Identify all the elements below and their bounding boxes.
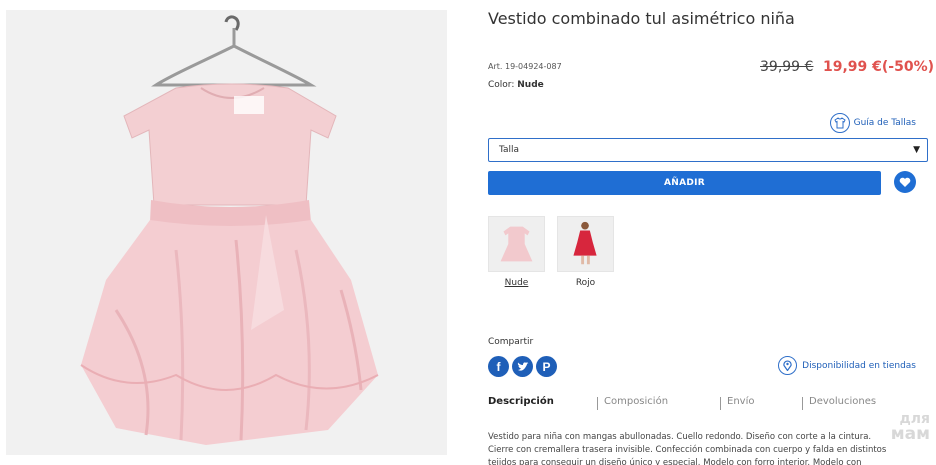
tab-divider	[802, 397, 803, 410]
tab-composicion[interactable]: Composición	[604, 396, 668, 407]
description-line: Cierre con cremallera trasera invisible.…	[488, 445, 887, 455]
variant-nude-thumbnail	[488, 216, 545, 272]
dropdown-arrow-icon: ▼	[913, 145, 920, 155]
variant-label: Rojo	[575, 278, 596, 288]
description-line: Vestido para niña con mangas abullonadas…	[488, 432, 872, 442]
tab-divider	[597, 397, 598, 410]
product-title: Vestido combinado tul asimétrico niña	[488, 9, 795, 28]
variant-rojo-thumbnail	[557, 216, 614, 272]
description-line: tejidos para conseguir un diseño único y…	[488, 458, 862, 465]
color-info: Color: Nude	[488, 80, 544, 90]
color-label: Color:	[488, 80, 515, 90]
availability-label: Disponibilidad en tiendas	[802, 360, 916, 371]
pinterest-icon[interactable]: P	[536, 356, 557, 377]
tab-devoluciones[interactable]: Devoluciones	[809, 396, 876, 407]
tshirt-icon	[829, 113, 850, 133]
store-availability-link[interactable]: Disponibilidad en tiendas	[778, 356, 916, 375]
product-tabs: Descripción Composición Envío Devolucion…	[488, 396, 928, 414]
size-select[interactable]: Talla ▼	[488, 138, 928, 162]
heart-icon	[899, 177, 911, 187]
product-info: Vestido combinado tul asimétrico niña Ar…	[488, 0, 934, 465]
share-label: Compartir	[488, 337, 534, 347]
tab-divider	[720, 397, 721, 410]
tab-descripcion[interactable]: Descripción	[488, 396, 554, 407]
watermark-line: мам	[890, 424, 930, 444]
twitter-icon[interactable]	[512, 356, 533, 377]
size-guide-link[interactable]: Guía de Tallas	[829, 113, 916, 133]
price-original: 39,99 €	[760, 59, 814, 75]
watermark: для мам	[890, 412, 930, 444]
size-select-value: Talla	[499, 145, 520, 155]
favorite-button[interactable]	[894, 171, 916, 193]
product-description: Vestido para niña con mangas abullonadas…	[488, 431, 928, 465]
location-pin-icon	[778, 356, 798, 375]
facebook-icon[interactable]: f	[488, 356, 509, 377]
color-value: Nude	[517, 80, 544, 90]
share-buttons: f P	[488, 356, 557, 377]
article-number: Art. 19-04924-087	[488, 62, 562, 71]
add-to-cart-button[interactable]: AÑADIR	[488, 171, 881, 195]
tab-envio[interactable]: Envío	[727, 396, 754, 407]
size-guide-label: Guía de Tallas	[853, 118, 916, 128]
variant-label: Nude	[504, 278, 529, 288]
product-image[interactable]	[6, 10, 447, 455]
price-sale: 19,99 €(-50%)	[823, 59, 935, 75]
dress-photo	[6, 10, 447, 455]
variant-rojo[interactable]: Rojo	[557, 216, 614, 288]
variant-nude[interactable]: Nude	[488, 216, 545, 288]
